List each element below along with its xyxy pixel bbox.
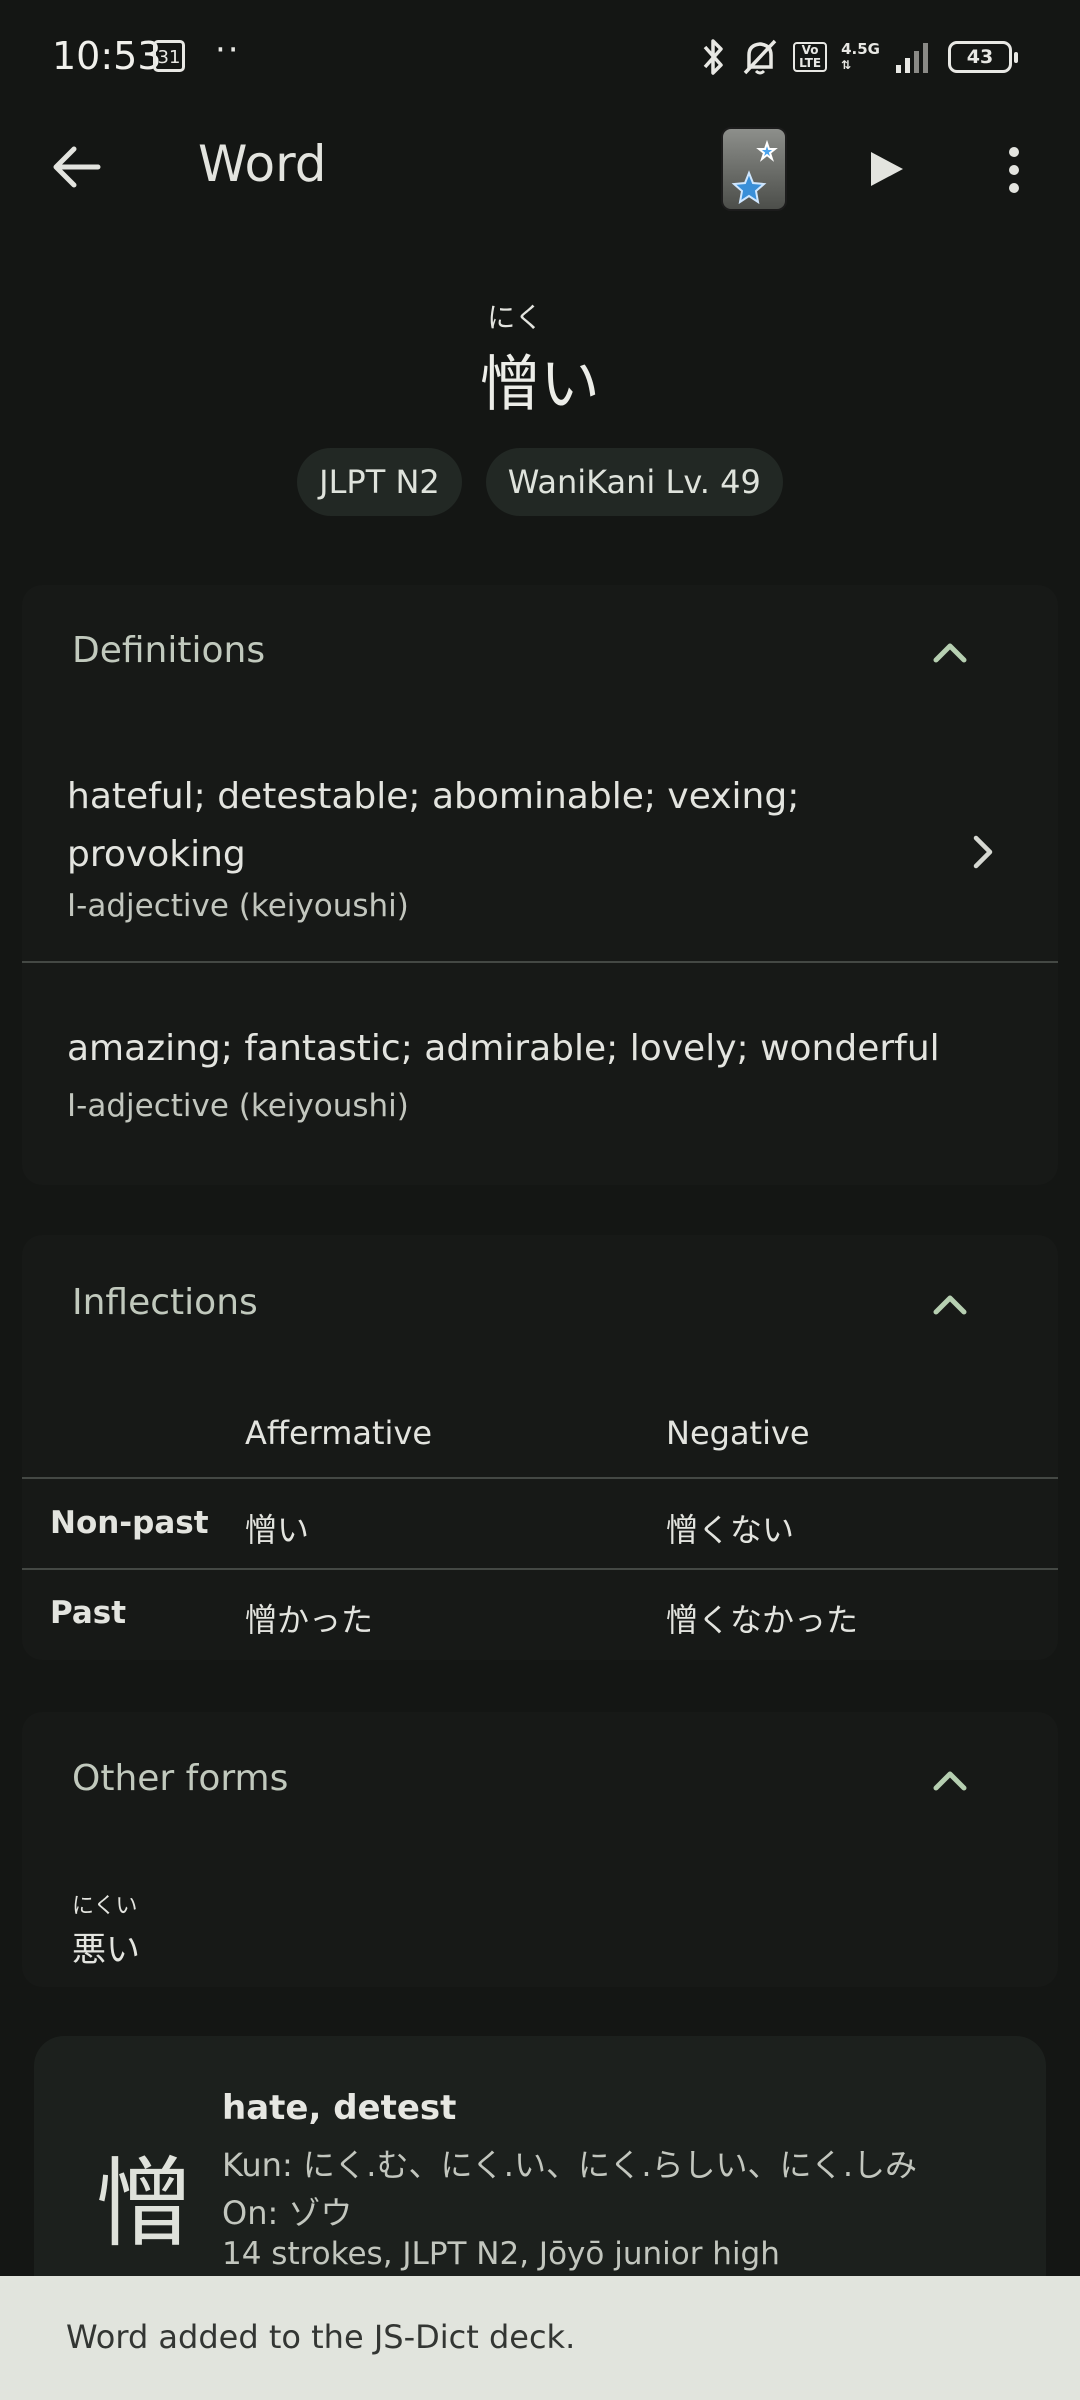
cell-past-affirmative: 憎かった [245,1601,374,1639]
other-forms-collapse-button[interactable] [930,1760,970,1804]
kanji-character: 憎 [96,2148,192,2260]
definition-pos: I-adjective (keiyoushi) [67,1088,409,1124]
inflections-collapse-button[interactable] [930,1284,970,1328]
cell-non-past-affirmative: 憎い [245,1511,310,1549]
back-arrow-icon [53,146,101,188]
inflections-title: Inflections [72,1282,258,1323]
divider [22,961,1058,963]
chevron-right-icon [973,835,993,869]
definitions-collapse-button[interactable] [930,632,970,676]
play-audio-button[interactable] [855,134,915,204]
definition-item[interactable]: amazing; fantastic; admirable; lovely; w… [22,1000,1058,1150]
bluetooth-icon [703,39,723,75]
notification-dots: ·· [215,30,241,70]
other-form-text: 悪い [72,1930,140,1970]
add-to-anki-button[interactable] [716,124,788,212]
other-form-furigana: にくい [72,1894,138,1919]
table-divider [22,1477,1058,1479]
volte-icon: Vo LTE [793,42,828,72]
chevron-up-icon [933,1295,967,1315]
chevron-up-icon [933,643,967,663]
other-form-item[interactable]: にくい 悪い [72,1888,140,1971]
row-label-non-past: Non-past [50,1505,209,1541]
definition-meaning-cont: provoking [67,834,246,875]
kanji-meaning: hate, detest [222,2088,457,2128]
word-furigana: にく [487,301,543,334]
definition-item[interactable]: hateful; detestable; abominable; vexing;… [22,740,1058,960]
battery-icon: 43 [948,41,1018,73]
chevron-up-icon [933,1771,967,1791]
signal-icon [896,43,928,73]
status-bar: 10:53 31 ·· Vo LTE 4.5G ⇅ 43 [0,0,1080,115]
calendar-icon: 31 [153,40,185,72]
jlpt-tag[interactable]: JLPT N2 [297,448,462,516]
cell-past-negative: 憎くなかった [666,1601,859,1639]
status-icons: Vo LTE 4.5G ⇅ 43 [701,32,1018,82]
other-forms-title: Other forms [72,1758,289,1799]
definitions-title: Definitions [72,630,266,671]
other-forms-section [22,1712,1058,1987]
definition-meaning: amazing; fantastic; admirable; lovely; w… [67,1028,940,1069]
kanji-info: 14 strokes, JLPT N2, Jōyō junior high [222,2236,780,2272]
page-title: Word [198,135,327,193]
row-label-past: Past [50,1595,127,1631]
back-button[interactable] [40,130,115,205]
more-vert-icon [1009,147,1019,193]
kanji-on-reading: On: ゾウ [222,2194,353,2232]
network-indicator: 4.5G ⇅ [841,40,880,72]
definition-meaning: hateful; detestable; abominable; vexing; [67,776,800,817]
definition-pos: I-adjective (keiyoushi) [67,888,409,924]
bell-off-icon [743,39,777,75]
snackbar-message: Word added to the JS-Dict deck. [66,2318,576,2356]
more-options-button[interactable] [990,130,1038,210]
table-divider [22,1568,1058,1570]
play-icon [871,152,903,186]
network-type: 4.5G [841,40,880,58]
column-header-affirmative: Affermative [245,1414,433,1452]
cell-non-past-negative: 憎くない [666,1511,795,1549]
status-time: 10:53 [52,34,162,78]
wanikani-tag[interactable]: WaniKani Lv. 49 [485,448,783,516]
word-text: 憎い [480,350,600,420]
column-header-negative: Negative [666,1414,810,1452]
anki-icon [721,127,787,211]
word-tags: JLPT N2 WaniKani Lv. 49 [0,448,1080,516]
kanji-kun-reading: Kun: にく.む、にく.い、にく.らしい、にく.しみ [222,2146,918,2184]
